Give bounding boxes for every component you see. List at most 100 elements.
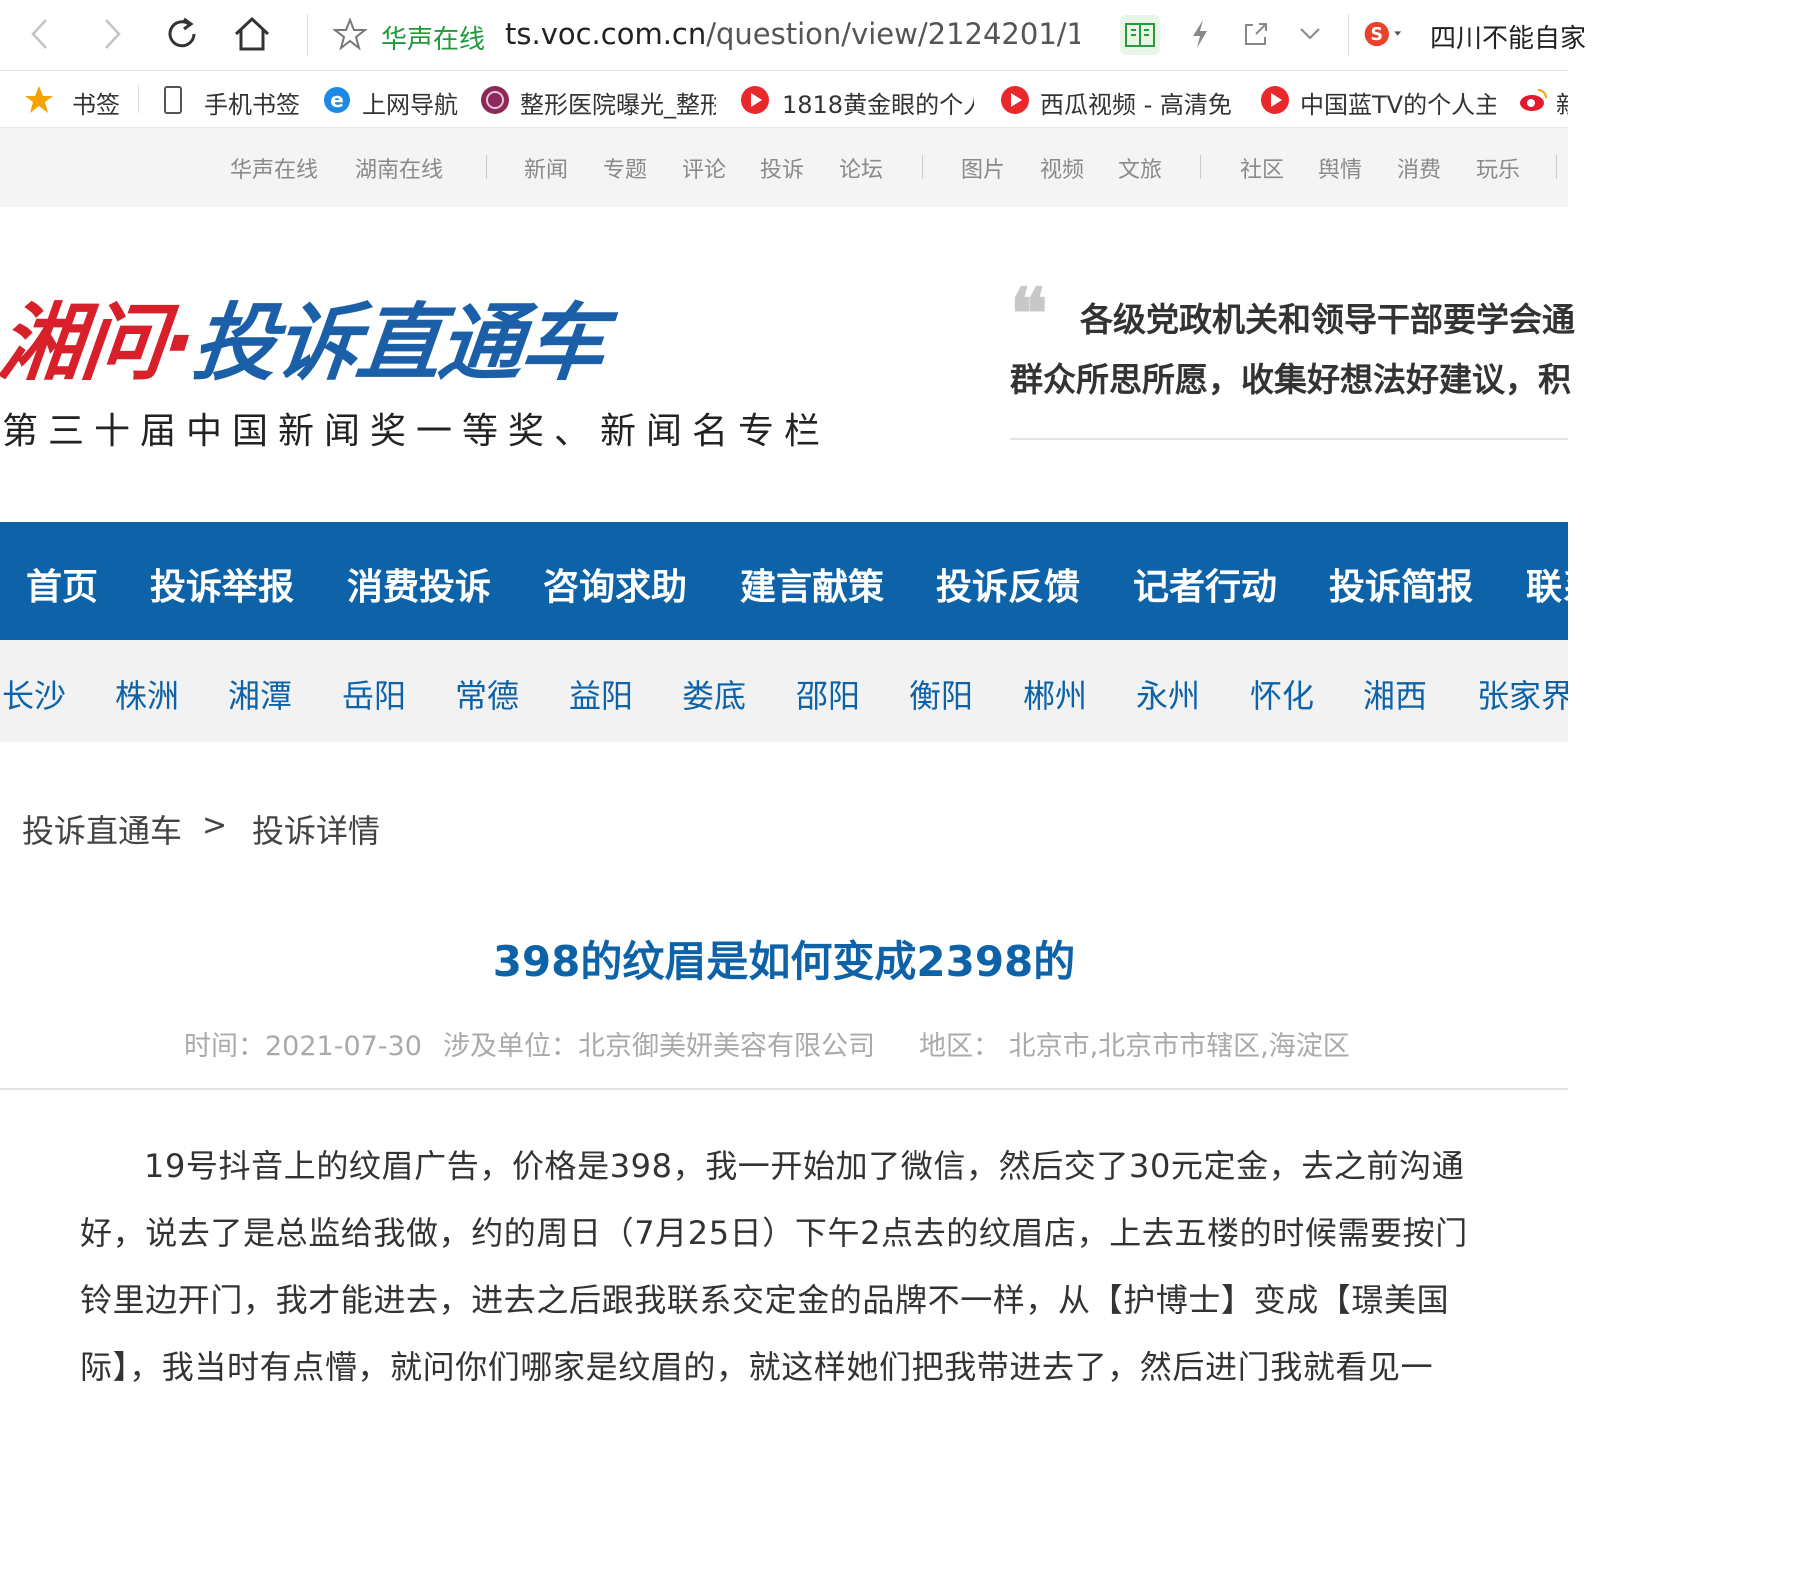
- phone-icon: [164, 86, 182, 114]
- divider: [1556, 155, 1557, 179]
- divider: [486, 155, 487, 179]
- top-nav-link[interactable]: 舆情: [1318, 152, 1362, 184]
- article-body: 19号抖音上的纹眉广告，价格是398，我一开始加了微信，然后交了30元定金，去之…: [80, 1147, 1468, 1386]
- weibo-icon: [1520, 89, 1547, 111]
- breadcrumb-separator: >: [202, 808, 228, 843]
- bookmark-item[interactable]: 整形医院曝光_整形: [520, 85, 716, 120]
- home-icon[interactable]: [232, 14, 272, 54]
- logo-red-text: 湘问·: [0, 294, 199, 392]
- city-nav-item[interactable]: 娄底: [682, 671, 746, 717]
- main-nav: 首页 投诉举报 消费投诉 咨询求助 建言献策 投诉反馈 记者行动 投诉简报 联系: [0, 522, 1568, 640]
- city-nav-item[interactable]: 邵阳: [796, 671, 860, 717]
- article-region: 地区： 北京市,北京市市辖区,海淀区: [919, 1031, 1350, 1062]
- main-nav-item[interactable]: 联系: [1526, 558, 1568, 610]
- quote-icon: ❝: [1010, 272, 1048, 355]
- star-icon: [25, 86, 53, 113]
- site-name-label: 华声在线: [381, 25, 486, 55]
- city-nav-item[interactable]: 株洲: [115, 671, 179, 717]
- search-box[interactable]: 四川不能自家: [1430, 18, 1586, 55]
- top-nav-link[interactable]: 华声在线: [230, 152, 318, 184]
- reader-mode-icon[interactable]: [1120, 15, 1160, 55]
- city-nav-item[interactable]: 常德: [455, 671, 519, 717]
- bookmark-item[interactable]: 西瓜视频 - 高清免: [1040, 85, 1232, 120]
- breadcrumb-current[interactable]: 投诉详情: [252, 806, 380, 852]
- article-time: 时间：2021-07-30: [184, 1031, 422, 1062]
- divider: [0, 1088, 1568, 1090]
- url-input[interactable]: ts.voc.com.cn/question/view/2124201/1.ht…: [505, 17, 1080, 51]
- city-nav-item[interactable]: 衡阳: [909, 671, 973, 717]
- url-host: ts.voc.com.cn: [505, 17, 707, 51]
- video-play-icon: [1261, 86, 1289, 114]
- breadcrumb-home[interactable]: 投诉直通车: [22, 806, 182, 852]
- city-nav-item[interactable]: 岳阳: [342, 671, 406, 717]
- top-nav-link[interactable]: 玩乐: [1476, 152, 1520, 184]
- site-top-nav: 华声在线 湖南在线 新闻 专题 评论 投诉 论坛 图片 视频 文旅 社区 舆情 …: [0, 128, 1568, 207]
- back-icon[interactable]: [20, 14, 60, 54]
- top-nav-link[interactable]: 论坛: [839, 152, 883, 184]
- logo-subtitle: 第三十届中国新闻奖一等奖、新闻名专栏: [2, 411, 831, 452]
- city-nav-item[interactable]: 永州: [1136, 671, 1200, 717]
- chevron-down-icon[interactable]: [1290, 14, 1330, 54]
- clinic-icon: [481, 86, 509, 114]
- bookmark-item[interactable]: 上网导航: [362, 85, 458, 120]
- bookmark-item[interactable]: 书签: [72, 85, 120, 120]
- top-nav-link[interactable]: 视频: [1040, 152, 1084, 184]
- city-nav-item[interactable]: 怀化: [1250, 671, 1314, 717]
- quote-line: 各级党政机关和领导干部要学会通: [1080, 300, 1575, 339]
- top-nav-link[interactable]: 专题: [603, 152, 647, 184]
- svg-text:e: e: [330, 88, 344, 112]
- bookmarks-bar: 书签 手机书签 e 上网导航 整形医院曝光_整形 1818黄金眼的个人 西瓜视频…: [0, 71, 1568, 128]
- bookmark-item[interactable]: 1818黄金眼的个人: [782, 85, 974, 120]
- main-nav-item[interactable]: 投诉举报: [150, 558, 294, 610]
- city-nav-item[interactable]: 张家界: [1477, 671, 1568, 717]
- top-nav-link[interactable]: 社区: [1240, 152, 1284, 184]
- main-nav-item[interactable]: 咨询求助: [543, 558, 687, 610]
- bookmark-item[interactable]: 新: [1556, 85, 1568, 120]
- divider: [922, 155, 923, 179]
- article-meta: 时间：2021-07-30 涉及单位：北京御美妍美容有限公司 地区： 北京市,北…: [0, 1024, 1568, 1062]
- site-logo[interactable]: 湘问·投诉直通车: [0, 276, 610, 397]
- logo-blue-text: 投诉直通车: [188, 294, 609, 392]
- city-nav-item[interactable]: 益阳: [569, 671, 633, 717]
- main-nav-item[interactable]: 消费投诉: [347, 558, 491, 610]
- article-title: 398的纹眉是如何变成2398的: [492, 937, 1076, 986]
- address-bar: 华声在线 ts.voc.com.cn/question/view/2124201…: [0, 0, 1586, 71]
- share-icon[interactable]: [1236, 14, 1276, 54]
- top-nav-link[interactable]: 评论: [682, 152, 726, 184]
- top-nav-link[interactable]: 消费: [1397, 152, 1441, 184]
- video-play-icon: [741, 86, 769, 114]
- main-nav-item[interactable]: 投诉反馈: [936, 558, 1080, 610]
- bookmark-item[interactable]: 中国蓝TV的个人主: [1300, 85, 1496, 120]
- divider: [1200, 155, 1201, 179]
- top-nav-link[interactable]: 新闻: [524, 152, 568, 184]
- article-unit: 涉及单位：北京御美妍美容有限公司: [443, 1031, 875, 1062]
- bookmark-item[interactable]: 手机书签: [204, 85, 300, 120]
- ie-icon: e: [324, 87, 350, 113]
- top-nav-link[interactable]: 图片: [961, 152, 1005, 184]
- quote-line: 群众所思所愿，收集好想法好建议，积: [1010, 360, 1571, 399]
- divider: [307, 14, 308, 56]
- url-path: /question/view/2124201/1.htm: [706, 17, 1080, 51]
- top-nav-link[interactable]: 投诉: [760, 152, 804, 184]
- sogou-search-icon[interactable]: S: [1362, 14, 1402, 54]
- divider: [138, 85, 139, 113]
- main-nav-item[interactable]: 首页: [26, 558, 98, 610]
- favorite-star-icon[interactable]: [330, 14, 370, 54]
- city-nav-item[interactable]: 郴州: [1023, 671, 1087, 717]
- lightning-icon[interactable]: [1180, 14, 1220, 54]
- city-nav-item[interactable]: 湘潭: [228, 671, 292, 717]
- top-nav-link[interactable]: 湖南在线: [355, 152, 443, 184]
- divider: [1010, 438, 1568, 440]
- top-nav-link[interactable]: 文旅: [1118, 152, 1162, 184]
- video-play-icon: [1001, 86, 1029, 114]
- main-nav-item[interactable]: 建言献策: [740, 558, 884, 610]
- city-nav: 长沙 株洲 湘潭 岳阳 常德 益阳 娄底 邵阳 衡阳 郴州 永州 怀化 湘西 张…: [0, 640, 1568, 742]
- main-nav-item[interactable]: 记者行动: [1133, 558, 1277, 610]
- city-nav-item[interactable]: 长沙: [2, 671, 66, 717]
- svg-text:S: S: [1371, 25, 1384, 45]
- city-nav-item[interactable]: 湘西: [1363, 671, 1427, 717]
- main-nav-item[interactable]: 投诉简报: [1329, 558, 1473, 610]
- divider: [1348, 14, 1349, 56]
- forward-icon[interactable]: [92, 14, 132, 54]
- reload-icon[interactable]: [162, 14, 202, 54]
